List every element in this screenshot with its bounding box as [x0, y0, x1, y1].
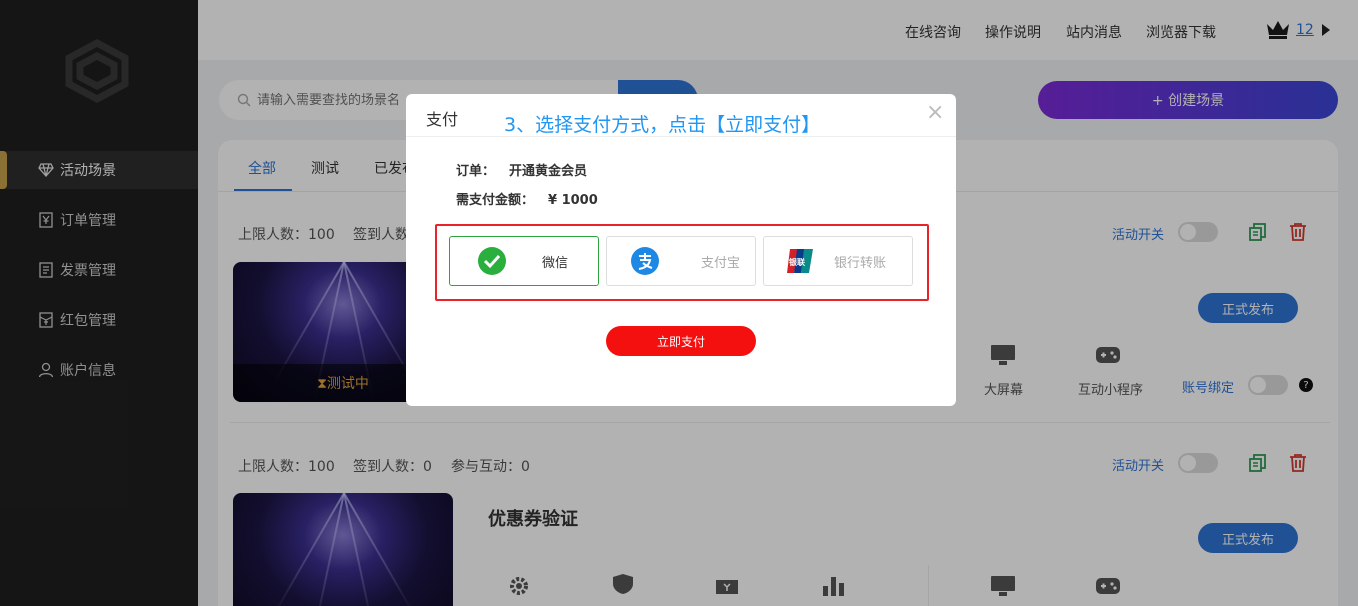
amount-row: 需支付金额： ¥ 1000 [456, 189, 598, 208]
amount-label: 需支付金额： [456, 193, 535, 208]
order-row: 订单： 开通黄金会员 [456, 160, 587, 179]
modal-title: 支付 [426, 110, 459, 129]
pay-option-label: 支付宝 [701, 255, 741, 271]
unionpay-icon: 银联 [787, 249, 813, 273]
wechat-pay-icon [478, 247, 506, 275]
pay-option-label: 微信 [542, 255, 569, 271]
amount-value: ¥ 1000 [548, 193, 598, 208]
pay-option-alipay[interactable]: 支付宝 [606, 236, 756, 286]
pay-option-bank-transfer[interactable]: 银联 银行转账 [763, 236, 913, 286]
alipay-icon [631, 247, 659, 275]
close-icon[interactable]: × [926, 102, 944, 124]
order-label: 订单： [456, 164, 496, 179]
pay-option-label: 银行转账 [834, 255, 887, 271]
order-value: 开通黄金会员 [509, 164, 588, 179]
pay-now-button[interactable]: 立即支付 [606, 326, 756, 356]
pay-option-wechat[interactable]: 微信 [449, 236, 599, 286]
payment-modal: 支付 3、选择支付方式，点击【立即支付】 × 订单： 开通黄金会员 需支付金额： ¥… [406, 94, 956, 406]
instruction-annotation: 3、选择支付方式，点击【立即支付】 [504, 114, 821, 136]
modal-header-divider [406, 136, 956, 137]
svg-text:银联: 银联 [788, 257, 805, 267]
